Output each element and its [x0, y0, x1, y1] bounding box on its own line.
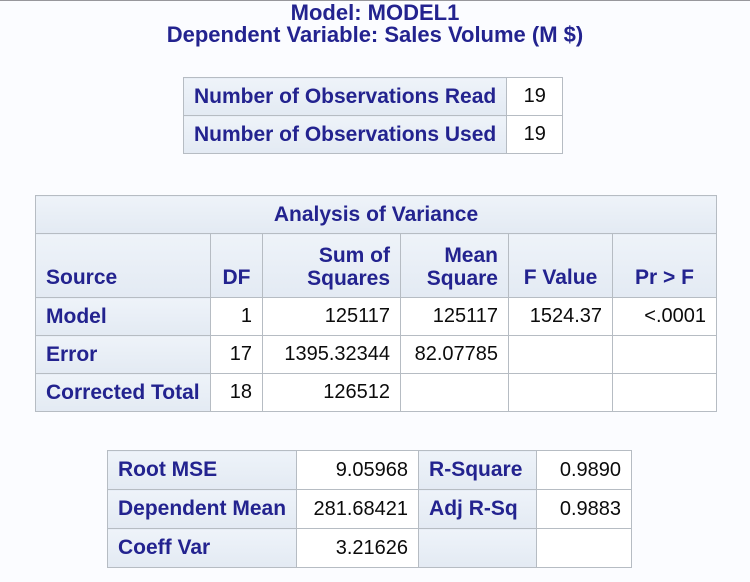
total-pr-f: [613, 374, 717, 412]
col-header-f-value: F Value: [509, 234, 613, 298]
total-mean-square: [401, 374, 509, 412]
model-df: 1: [211, 298, 263, 336]
total-df: 18: [211, 374, 263, 412]
row-header-error: Error: [36, 336, 211, 374]
error-df: 17: [211, 336, 263, 374]
adj-r-sq-label: Adj R-Sq: [419, 490, 537, 529]
dependent-mean-label: Dependent Mean: [108, 490, 297, 529]
table-header-row: Source DF Sum of Squares Mean Square F V…: [36, 234, 717, 298]
root-mse-value: 9.05968: [297, 451, 419, 490]
total-f-value: [509, 374, 613, 412]
analysis-of-variance-table: Analysis of Variance Source DF Sum of Sq…: [35, 195, 717, 412]
error-mean-square: 82.07785: [401, 336, 509, 374]
table-row: Number of Observations Used 19: [184, 116, 563, 154]
model-title: Model: MODEL1: [0, 2, 750, 24]
fit-statistics-table: Root MSE 9.05968 R-Square 0.9890 Depende…: [107, 450, 632, 568]
col-header-source: Source: [36, 234, 211, 298]
obs-read-value: 19: [507, 78, 563, 116]
col-header-sum-of-squares: Sum of Squares: [263, 234, 401, 298]
error-sum-squares: 1395.32344: [263, 336, 401, 374]
table-row: Root MSE 9.05968 R-Square 0.9890: [108, 451, 632, 490]
model-sum-squares: 125117: [263, 298, 401, 336]
coeff-var-label: Coeff Var: [108, 529, 297, 568]
r-square-label: R-Square: [419, 451, 537, 490]
error-pr-f: [613, 336, 717, 374]
dependent-variable-title: Dependent Variable: Sales Volume (M $): [0, 24, 750, 46]
sas-output-page: Model: MODEL1 Dependent Variable: Sales …: [0, 0, 750, 582]
empty-label-cell: [419, 529, 537, 568]
model-f-value: 1524.37: [509, 298, 613, 336]
adj-r-sq-value: 0.9883: [537, 490, 632, 529]
table-row: Number of Observations Read 19: [184, 78, 563, 116]
error-f-value: [509, 336, 613, 374]
report-title-block: Model: MODEL1 Dependent Variable: Sales …: [0, 1, 750, 46]
table-row: Dependent Mean 281.68421 Adj R-Sq 0.9883: [108, 490, 632, 529]
model-pr-f: <.0001: [613, 298, 717, 336]
empty-value-cell: [537, 529, 632, 568]
obs-used-label: Number of Observations Used: [184, 116, 507, 154]
obs-used-value: 19: [507, 116, 563, 154]
dependent-mean-value: 281.68421: [297, 490, 419, 529]
coeff-var-value: 3.21626: [297, 529, 419, 568]
table-row: Error 17 1395.32344 82.07785: [36, 336, 717, 374]
table-title-row: Analysis of Variance: [36, 196, 717, 234]
model-mean-square: 125117: [401, 298, 509, 336]
row-header-corrected-total: Corrected Total: [36, 374, 211, 412]
table-row: Coeff Var 3.21626: [108, 529, 632, 568]
obs-read-label: Number of Observations Read: [184, 78, 507, 116]
col-header-pr-f: Pr > F: [613, 234, 717, 298]
col-header-mean-square: Mean Square: [401, 234, 509, 298]
r-square-value: 0.9890: [537, 451, 632, 490]
col-header-df: DF: [211, 234, 263, 298]
table-row: Model 1 125117 125117 1524.37 <.0001: [36, 298, 717, 336]
row-header-model: Model: [36, 298, 211, 336]
observations-table: Number of Observations Read 19 Number of…: [183, 77, 563, 154]
table-row: Corrected Total 18 126512: [36, 374, 717, 412]
anova-title: Analysis of Variance: [36, 196, 717, 234]
root-mse-label: Root MSE: [108, 451, 297, 490]
total-sum-squares: 126512: [263, 374, 401, 412]
